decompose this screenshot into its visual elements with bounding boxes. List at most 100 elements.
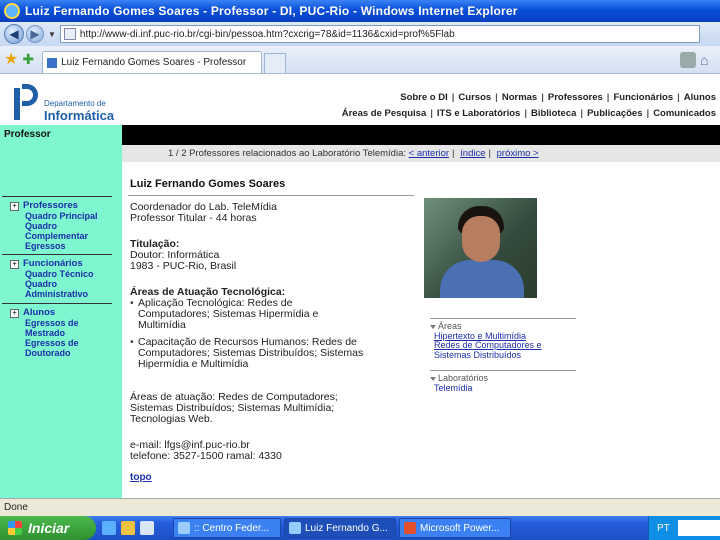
breadcrumb: 1 / 2 Professores relacionados ao Labora…: [122, 145, 720, 162]
sidebar-group-funcionarios: + Funcionários Quadro Técnico Quadro Adm…: [2, 254, 112, 299]
anterior-link[interactable]: < anterior: [409, 148, 449, 159]
window-title: Luiz Fernando Gomes Soares - Professor -…: [25, 4, 518, 18]
tab-current[interactable]: Luiz Fernando Gomes Soares - Professor: [42, 51, 263, 73]
contact-block: e-mail: lfgs@inf.puc-rio.br telefone: 35…: [130, 440, 420, 462]
expand-icon[interactable]: +: [10, 201, 19, 211]
status-text: Done: [4, 502, 28, 513]
logo-line2: Informática: [44, 108, 115, 123]
sidebar-item-quadro-administrativo-2[interactable]: Administrativo: [25, 289, 112, 299]
sidebar-header-alunos[interactable]: + Alunos: [10, 308, 112, 318]
new-tab-button[interactable]: [264, 53, 287, 73]
nav-areas-pesquisa[interactable]: Áreas de Pesquisa: [342, 106, 427, 122]
top-navigation: Sobre o DI | Cursos | Normas | Professores |…: [342, 90, 716, 122]
sidebar-header-professores[interactable]: + Professores: [10, 201, 112, 211]
sidebar-header-funcionarios[interactable]: + Funcionários: [10, 259, 112, 269]
tab-bar: ★ ✚ Luiz Fernando Gomes Soares - Profess…: [0, 46, 720, 74]
area-link-redes-2[interactable]: Sistemas Distribuídos: [434, 350, 576, 361]
phone-text: telefone: 3527-1500 ramal: 4330: [130, 450, 282, 462]
taskbar-button-powerpoint[interactable]: Microsoft Power...: [399, 518, 511, 538]
titulacao-block: Titulação: Doutor: Informática 1983 - PU…: [130, 239, 420, 272]
sidebar-item-egressos-doutorado[interactable]: Egressos de: [25, 338, 112, 348]
side-labs: Laboratórios Telemídia: [430, 370, 576, 393]
areas-atuacao-block: Áreas de atuação: Redes de Computadores;…: [130, 391, 338, 425]
breadcrumb-text: 1 / 2 Professores relacionados ao Labora…: [168, 148, 406, 159]
lab-link-telemidia[interactable]: Telemídia: [434, 383, 576, 394]
sidebar-item-egressos-mestrado[interactable]: Egressos de: [25, 318, 112, 328]
page-content: Departamento de Informática Sobre o DI | …: [0, 74, 720, 498]
nav-alunos[interactable]: Alunos: [684, 90, 716, 106]
nav-funcionarios[interactable]: Funcionários: [613, 90, 673, 106]
nav-comunicados[interactable]: Comunicados: [653, 106, 716, 122]
role-professor: Professor Titular - 44 horas: [130, 212, 257, 224]
page-icon: [63, 28, 76, 40]
ie-window-icon: [289, 522, 301, 534]
role-block: Coordenador do Lab. TeleMídia Professor …: [130, 202, 420, 224]
address-toolbar: ◀ ▶ ▼ http://www-di.inf.puc-rio.br/cgi-b…: [0, 22, 720, 46]
address-text: http://www-di.inf.puc-rio.br/cgi-bin/pes…: [79, 28, 455, 40]
di-logo-icon: [12, 82, 40, 122]
sidebar-item-quadro-administrativo[interactable]: Quadro: [25, 279, 112, 289]
sidebar-item-egressos[interactable]: Egressos: [25, 241, 112, 251]
expand-icon[interactable]: +: [10, 259, 19, 269]
arrow-down-icon: [430, 376, 436, 381]
window-titlebar: Luiz Fernando Gomes Soares - Professor -…: [0, 0, 720, 22]
powerpoint-icon: [404, 522, 416, 534]
nav-sobre[interactable]: Sobre o DI: [400, 90, 448, 106]
forward-button[interactable]: ▶: [26, 25, 44, 43]
areas-tecnologicas-block: Áreas de Atuação Tecnológica: • Aplicaçã…: [130, 287, 420, 370]
topo-link[interactable]: topo: [130, 472, 152, 483]
sidebar-item-quadro-complementar[interactable]: Quadro: [25, 221, 112, 231]
nav-professores[interactable]: Professores: [548, 90, 603, 106]
arrow-down-icon: [430, 324, 436, 329]
tab-favicon-icon: [47, 57, 58, 68]
di-logo[interactable]: Departamento de Informática: [12, 82, 114, 122]
list-item: • Aplicação Tecnológica: Redes de Comput…: [130, 297, 319, 331]
sidebar-item-egressos-mestrado-2[interactable]: Mestrado: [25, 328, 112, 338]
side-areas: Áreas Hipertexto e Multimídia Redes de C…: [430, 318, 576, 360]
taskbar-button-centro[interactable]: :: Centro Feder...: [173, 518, 281, 538]
logo-line1: Departamento de: [44, 99, 106, 108]
nav-publicacoes[interactable]: Publicações: [587, 106, 642, 122]
expand-icon[interactable]: +: [10, 308, 19, 318]
titulacao-institution: 1983 - PUC-Rio, Brasil: [130, 260, 237, 272]
ie-logo-icon: [4, 3, 20, 19]
favorites-star-icon[interactable]: ★: [4, 49, 18, 69]
home-icon[interactable]: ⌂: [700, 52, 716, 68]
feeds-icon[interactable]: [680, 52, 696, 68]
sidebar-group-alunos: + Alunos Egressos de Mestrado Egressos d…: [2, 303, 112, 358]
language-indicator[interactable]: PT: [657, 523, 670, 534]
sidebar-item-quadro-tecnico[interactable]: Quadro Técnico: [25, 269, 112, 279]
sidebar-item-quadro-complementar-2[interactable]: Complementar: [25, 231, 112, 241]
indice-link[interactable]: índice: [460, 148, 485, 159]
ie-window-icon: [178, 522, 190, 534]
proximo-link[interactable]: próximo >: [497, 148, 539, 159]
tab-title: Luiz Fernando Gomes Soares - Professor: [61, 57, 247, 68]
sidebar-group-professores: + Professores Quadro Principal Quadro Co…: [2, 196, 112, 251]
history-dropdown-icon[interactable]: ▼: [48, 30, 56, 39]
address-input[interactable]: http://www-di.inf.puc-rio.br/cgi-bin/pes…: [59, 25, 700, 43]
add-favorite-icon[interactable]: ✚: [22, 51, 34, 68]
quick-launch: [102, 521, 159, 535]
nav-its-laboratorios[interactable]: ITS e Laboratórios: [437, 106, 520, 122]
nav-normas[interactable]: Normas: [502, 90, 537, 106]
nav-biblioteca[interactable]: Biblioteca: [531, 106, 576, 122]
status-bar: Done: [0, 498, 720, 516]
clock-area: [677, 520, 720, 536]
start-button[interactable]: Iniciar: [0, 516, 96, 540]
sidebar-item-quadro-principal[interactable]: Quadro Principal: [25, 211, 112, 221]
list-item: • Capacitação de Recursos Humanos: Redes…: [130, 336, 364, 370]
taskbar-button-luiz[interactable]: Luiz Fernando G...: [284, 518, 396, 538]
desktop-quicklaunch-icon[interactable]: [140, 521, 154, 535]
ie-quicklaunch-icon[interactable]: [102, 521, 116, 535]
title-divider: [128, 195, 414, 196]
professor-photo: [424, 198, 537, 298]
sidebar-item-egressos-doutorado-2[interactable]: Doutorado: [25, 348, 112, 358]
windows-logo-icon: [8, 521, 22, 535]
nav-cursos[interactable]: Cursos: [458, 90, 491, 106]
taskbar: Iniciar :: Centro Feder... Luiz Fernando…: [0, 516, 720, 540]
back-button[interactable]: ◀: [4, 24, 24, 44]
system-tray: PT: [648, 516, 720, 540]
folder-quicklaunch-icon[interactable]: [121, 521, 135, 535]
sidebar-title: Professor: [4, 129, 51, 140]
page-title: Luiz Fernando Gomes Soares: [130, 178, 286, 190]
